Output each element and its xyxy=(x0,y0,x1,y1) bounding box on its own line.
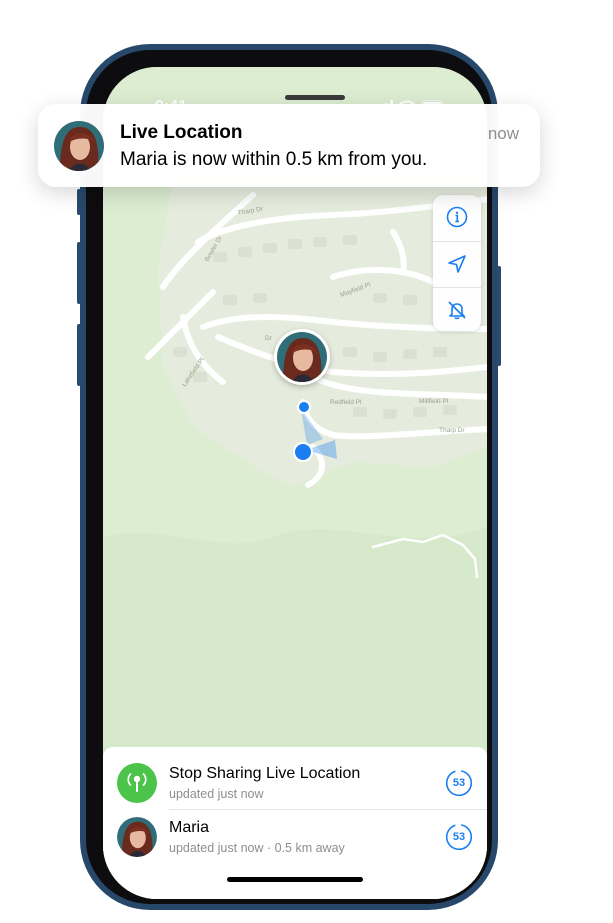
avatar xyxy=(277,332,327,382)
info-button[interactable] xyxy=(433,195,481,239)
street-label: Redfield Pl xyxy=(330,399,362,406)
stop-sharing-label: Stop Sharing Live Location xyxy=(169,765,361,782)
notification-banner[interactable]: Live Location Maria is now within 0.5 km… xyxy=(38,104,540,187)
stop-sharing-row[interactable]: Stop Sharing Live Location updated just … xyxy=(103,755,487,811)
street-label: Dr xyxy=(265,335,273,342)
info-icon xyxy=(446,206,468,228)
timer-value: 53 xyxy=(452,777,466,789)
map-avatar-pin[interactable] xyxy=(274,329,330,385)
side-button-volume-down xyxy=(77,324,81,386)
live-location-pin-icon xyxy=(117,763,157,803)
earpiece xyxy=(285,95,345,100)
location-arrow-icon xyxy=(448,255,466,273)
notification-time: now xyxy=(487,124,519,143)
screen[interactable]: Tharp Dr Bowler Dr Mayfield Pl Dr Lakefi… xyxy=(103,67,487,899)
contact-name: Maria xyxy=(169,819,210,836)
home-indicator[interactable] xyxy=(227,877,363,882)
map-controls-panel xyxy=(433,195,481,331)
avatar xyxy=(117,817,157,857)
side-button-mute xyxy=(77,189,81,215)
side-button-volume-up xyxy=(77,242,81,304)
my-location-button[interactable] xyxy=(433,241,481,286)
bell-slash-icon xyxy=(448,301,466,320)
street-label: Tharp Dr xyxy=(439,427,465,434)
avatar xyxy=(54,121,104,171)
side-button-power xyxy=(497,266,501,366)
notification-title: Live Location xyxy=(120,122,243,143)
maria-row[interactable]: Maria updated just now · 0.5 km away 53 xyxy=(103,809,487,865)
stop-sharing-subtitle: updated just now xyxy=(169,787,264,801)
timer-value: 53 xyxy=(452,831,466,843)
location-dot-small xyxy=(297,400,311,414)
notification-body: Maria is now within 0.5 km from you. xyxy=(120,149,428,170)
user-location-dot xyxy=(293,442,313,462)
mute-notifications-button[interactable] xyxy=(433,287,481,332)
street-label: Millfield Pl xyxy=(419,398,449,405)
contact-subtitle: updated just now · 0.5 km away xyxy=(169,841,345,855)
